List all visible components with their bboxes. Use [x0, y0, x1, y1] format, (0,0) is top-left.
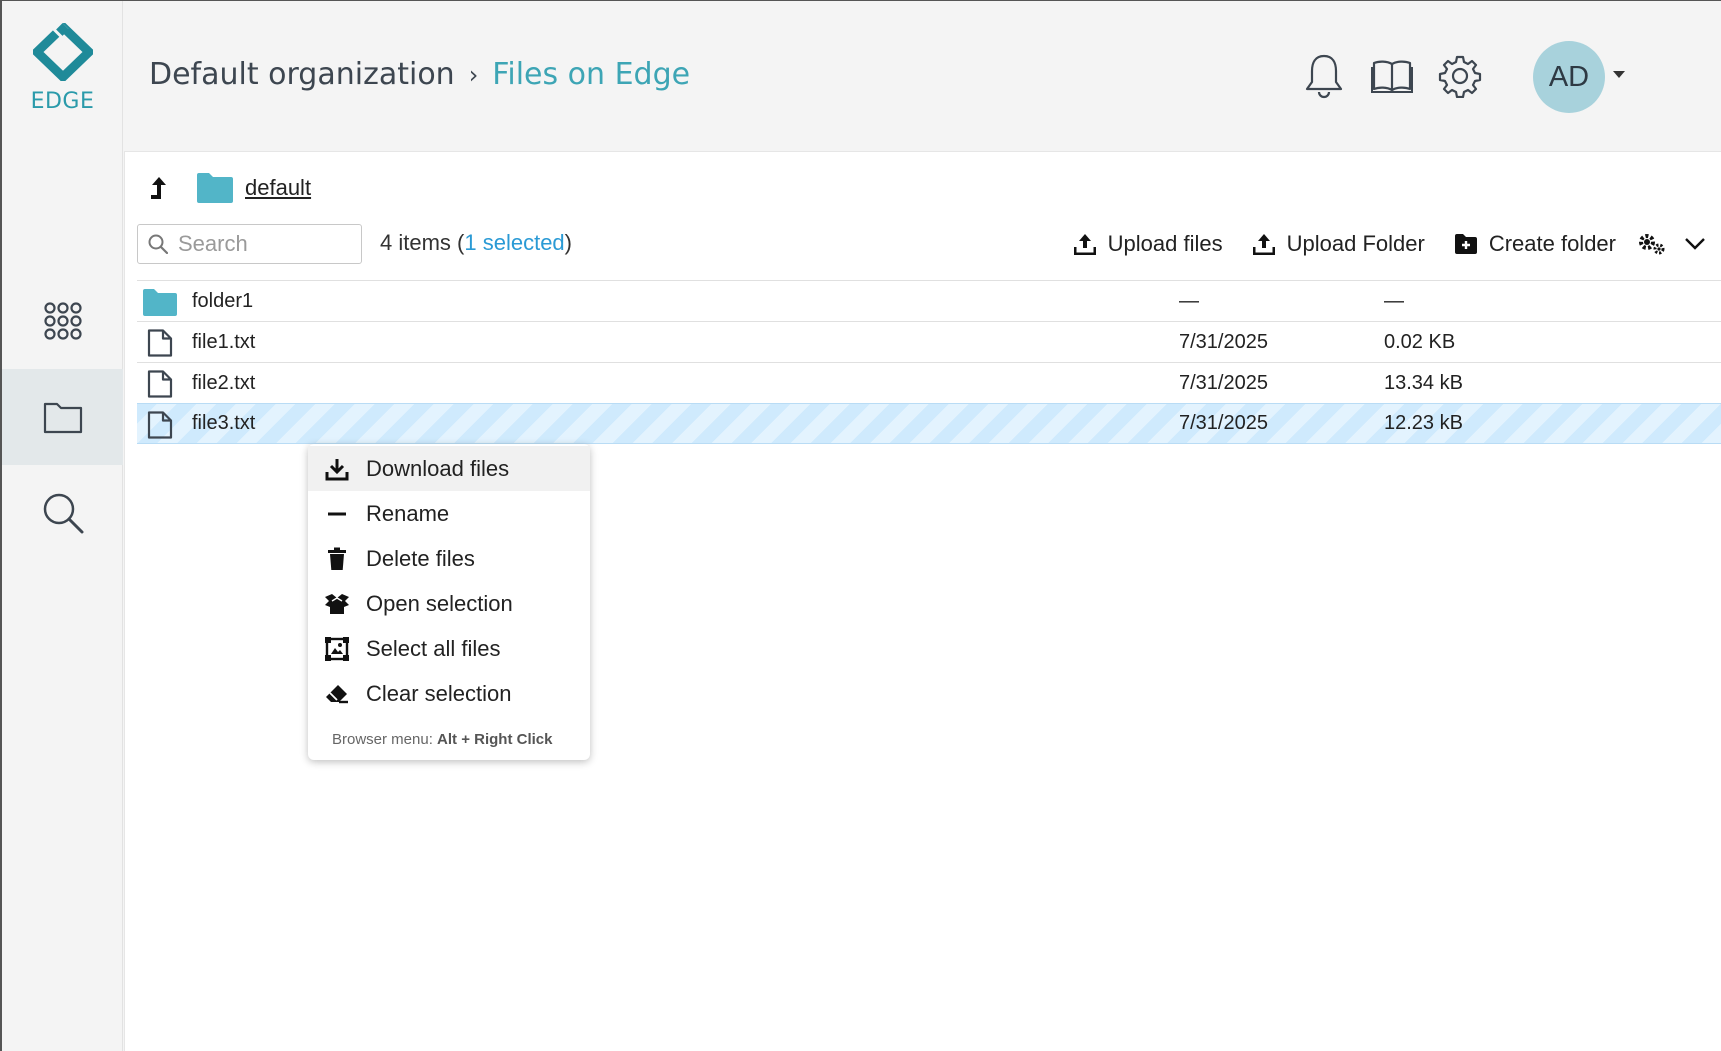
- current-folder-icon: [197, 173, 233, 203]
- upload-files-label: Upload files: [1107, 231, 1223, 256]
- file-date: 7/31/2025: [1179, 330, 1268, 353]
- search-icon: [43, 493, 83, 534]
- top-header: Default organization › Files on Edge AD: [123, 1, 1721, 151]
- list-item[interactable]: file2.txt 7/31/2025 13.34 kB: [137, 362, 1721, 403]
- folder-icon: [143, 289, 177, 316]
- box-open-icon: [324, 591, 350, 617]
- eraser-icon: [324, 681, 350, 707]
- list-item[interactable]: folder1 — —: [137, 280, 1721, 321]
- file-list: folder1 — — file1.txt 7/31/2025 0.02 KB: [137, 280, 1721, 444]
- toolbar-more-button[interactable]: [1684, 237, 1706, 251]
- context-menu: Download files Rename Delete files Open …: [308, 444, 590, 760]
- file-name: file1.txt: [192, 330, 256, 353]
- paren-close: ): [564, 230, 572, 255]
- menu-item-label: Open selection: [366, 590, 513, 616]
- view-settings-button[interactable]: [1638, 232, 1666, 256]
- bell-icon: [1305, 54, 1343, 99]
- menu-item-label: Clear selection: [366, 680, 512, 706]
- sidebar: EDGE: [2, 1, 123, 1051]
- search-input[interactable]: [178, 231, 348, 257]
- edge-logo-icon: [32, 23, 93, 81]
- folder-plus-icon: [1454, 234, 1477, 254]
- list-item[interactable]: file1.txt 7/31/2025 0.02 KB: [137, 321, 1721, 362]
- upload-icon: [1073, 234, 1096, 255]
- menu-item-delete-files[interactable]: Delete files: [308, 536, 590, 581]
- file-icon: [147, 329, 173, 357]
- apps-grid-icon: [43, 302, 82, 340]
- toolbar-actions: Upload files Upload Folder Create folder: [1044, 224, 1706, 264]
- user-menu-caret-icon[interactable]: [1613, 71, 1625, 78]
- upload-folder-button[interactable]: Upload Folder: [1252, 231, 1425, 257]
- user-avatar[interactable]: AD: [1533, 41, 1605, 113]
- file-icon: [147, 370, 173, 398]
- breadcrumb: Default organization › Files on Edge: [149, 57, 690, 92]
- book-icon: [1371, 60, 1413, 93]
- menu-item-label: Select all files: [366, 635, 501, 661]
- settings-button[interactable]: [1437, 51, 1483, 101]
- current-folder-link[interactable]: default: [245, 175, 311, 201]
- sidebar-item-files[interactable]: [2, 369, 123, 465]
- create-folder-label: Create folder: [1488, 231, 1616, 256]
- items-count-text: 4 items: [380, 230, 451, 255]
- hint-shortcut: Alt + Right Click: [437, 731, 553, 748]
- menu-item-label: Rename: [366, 500, 450, 526]
- menu-item-rename[interactable]: Rename: [308, 491, 590, 536]
- menu-item-open-selection[interactable]: Open selection: [308, 581, 590, 626]
- level-up-icon: [151, 177, 166, 199]
- file-size: 13.34 kB: [1384, 371, 1463, 394]
- path-bar: default: [147, 172, 311, 204]
- go-up-button[interactable]: [147, 173, 169, 203]
- search-box: [137, 224, 362, 264]
- file-size: 0.02 KB: [1384, 330, 1456, 353]
- sidebar-item-apps[interactable]: [2, 273, 123, 369]
- menu-item-label: Download files: [366, 455, 510, 481]
- menu-item-download-files[interactable]: Download files: [308, 446, 590, 491]
- context-menu-hint: Browser menu: Alt + Right Click: [332, 731, 552, 748]
- file-name: file2.txt: [192, 371, 256, 394]
- download-icon: [324, 456, 350, 482]
- gear-icon: [1438, 55, 1482, 98]
- file-icon: [147, 411, 173, 439]
- dash-icon: [324, 501, 350, 527]
- selected-count-link[interactable]: 1 selected: [464, 230, 564, 255]
- menu-item-clear-selection[interactable]: Clear selection: [308, 671, 590, 716]
- gears-icon: [1639, 234, 1665, 255]
- file-name: file3.txt: [192, 412, 256, 434]
- file-date: 7/31/2025: [1179, 371, 1268, 394]
- select-all-icon: [324, 636, 350, 662]
- folder-icon: [43, 402, 82, 434]
- upload-files-button[interactable]: Upload files: [1073, 231, 1223, 257]
- documentation-button[interactable]: [1369, 51, 1415, 101]
- notifications-button[interactable]: [1301, 51, 1347, 101]
- create-folder-button[interactable]: Create folder: [1454, 231, 1616, 257]
- menu-item-select-all-files[interactable]: Select all files: [308, 626, 590, 671]
- upload-folder-label: Upload Folder: [1286, 231, 1425, 256]
- file-date: 7/31/2025: [1179, 412, 1268, 434]
- list-item-selected[interactable]: file3.txt 7/31/2025 12.23 kB: [137, 403, 1721, 444]
- file-size: 12.23 kB: [1384, 412, 1463, 434]
- header-icons: [1301, 51, 1483, 101]
- hint-prefix: Browser menu:: [332, 731, 433, 748]
- side-nav: [2, 273, 123, 561]
- app-logo[interactable]: EDGE: [2, 23, 123, 114]
- breadcrumb-separator: ›: [468, 60, 479, 89]
- toolbar: 4 items (1 selected) Upload files Upload…: [137, 224, 1721, 264]
- file-size: —: [1384, 289, 1404, 312]
- upload-icon: [1252, 234, 1275, 255]
- breadcrumb-organization[interactable]: Default organization: [149, 57, 455, 92]
- logo-text: EDGE: [30, 89, 95, 114]
- menu-item-label: Delete files: [366, 545, 475, 571]
- file-name: folder1: [192, 289, 254, 312]
- chevron-down-icon: [1685, 238, 1705, 250]
- search-icon: [148, 234, 168, 254]
- breadcrumb-current[interactable]: Files on Edge: [492, 57, 690, 92]
- item-count: 4 items (1 selected): [380, 230, 572, 256]
- trash-icon: [324, 546, 350, 572]
- file-date: —: [1179, 289, 1199, 312]
- sidebar-item-search[interactable]: [2, 465, 123, 561]
